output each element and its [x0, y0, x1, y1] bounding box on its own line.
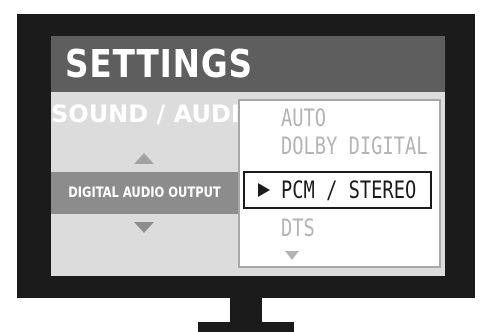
- option-auto[interactable]: AUTO: [281, 104, 445, 132]
- option-list: AUTO DOLBY DIGITAL PCM / STEREO DTS: [238, 99, 441, 268]
- triangle-down-icon[interactable]: [285, 251, 299, 260]
- title-bar: SETTINGS: [51, 36, 445, 92]
- option-label: DOLBY DIGITAL: [281, 132, 428, 160]
- option-label: AUTO: [281, 104, 327, 132]
- setting-row-digital-audio-output[interactable]: DIGITAL AUDIO OUTPUT: [51, 172, 238, 214]
- option-label: DTS: [281, 214, 315, 242]
- option-label: PCM / STEREO: [281, 176, 417, 204]
- section-heading: SOUND / AUDIO: [51, 100, 261, 128]
- option-dolby-digital[interactable]: DOLBY DIGITAL: [281, 132, 445, 160]
- triangle-up-icon[interactable]: [134, 153, 154, 164]
- option-dts[interactable]: DTS: [281, 214, 445, 242]
- settings-screen: SETTINGS SOUND / AUDIO DIGITAL AUDIO OUT…: [51, 36, 445, 276]
- triangle-down-icon[interactable]: [134, 222, 154, 233]
- monitor-stand-base: [198, 322, 294, 332]
- option-pcm-stereo-selected[interactable]: PCM / STEREO: [243, 171, 432, 209]
- setting-label: DIGITAL AUDIO OUTPUT: [68, 185, 221, 201]
- monitor-stand-neck: [230, 294, 262, 324]
- page-title: SETTINGS: [65, 42, 253, 86]
- triangle-right-icon: [258, 183, 270, 197]
